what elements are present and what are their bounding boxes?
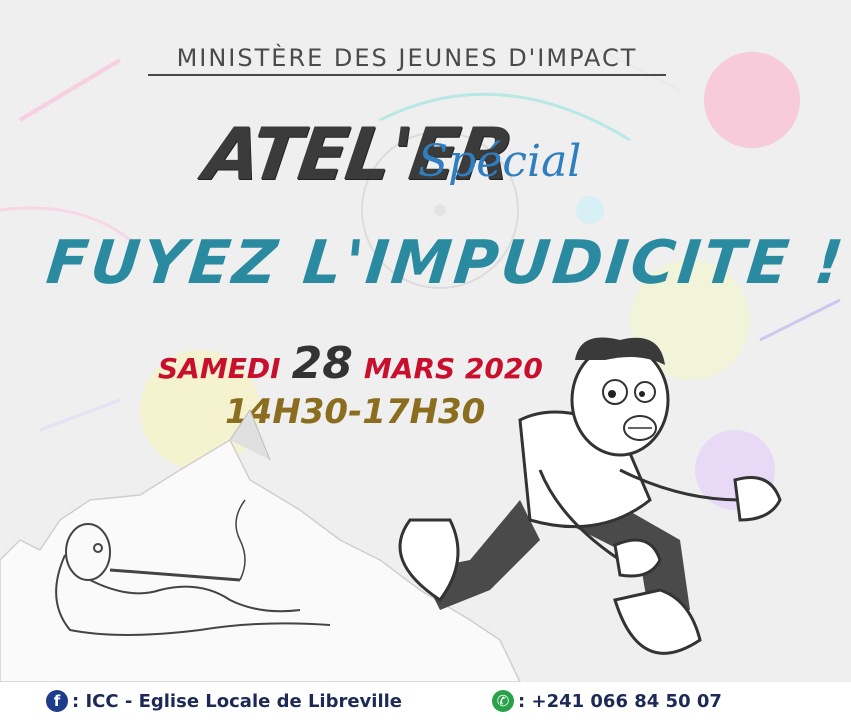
facebook-contact[interactable]: f : ICC - Eglise Locale de Libreville: [46, 690, 402, 712]
whatsapp-text: : +241 066 84 50 07: [518, 690, 722, 712]
facebook-text: : ICC - Eglise Locale de Libreville: [72, 690, 403, 712]
footer-bar: f : ICC - Eglise Locale de Libreville ✆ …: [0, 682, 851, 720]
running-man: [398, 337, 782, 655]
event-poster: MINISTÈRE DES JEUNES D'IMPACT ATEL'ER Sp…: [0, 0, 851, 720]
whatsapp-icon: ✆: [492, 690, 515, 712]
facebook-icon: f: [46, 690, 68, 712]
whatsapp-contact[interactable]: ✆ : +241 066 84 50 07: [492, 690, 722, 712]
illustration: [0, 337, 782, 682]
